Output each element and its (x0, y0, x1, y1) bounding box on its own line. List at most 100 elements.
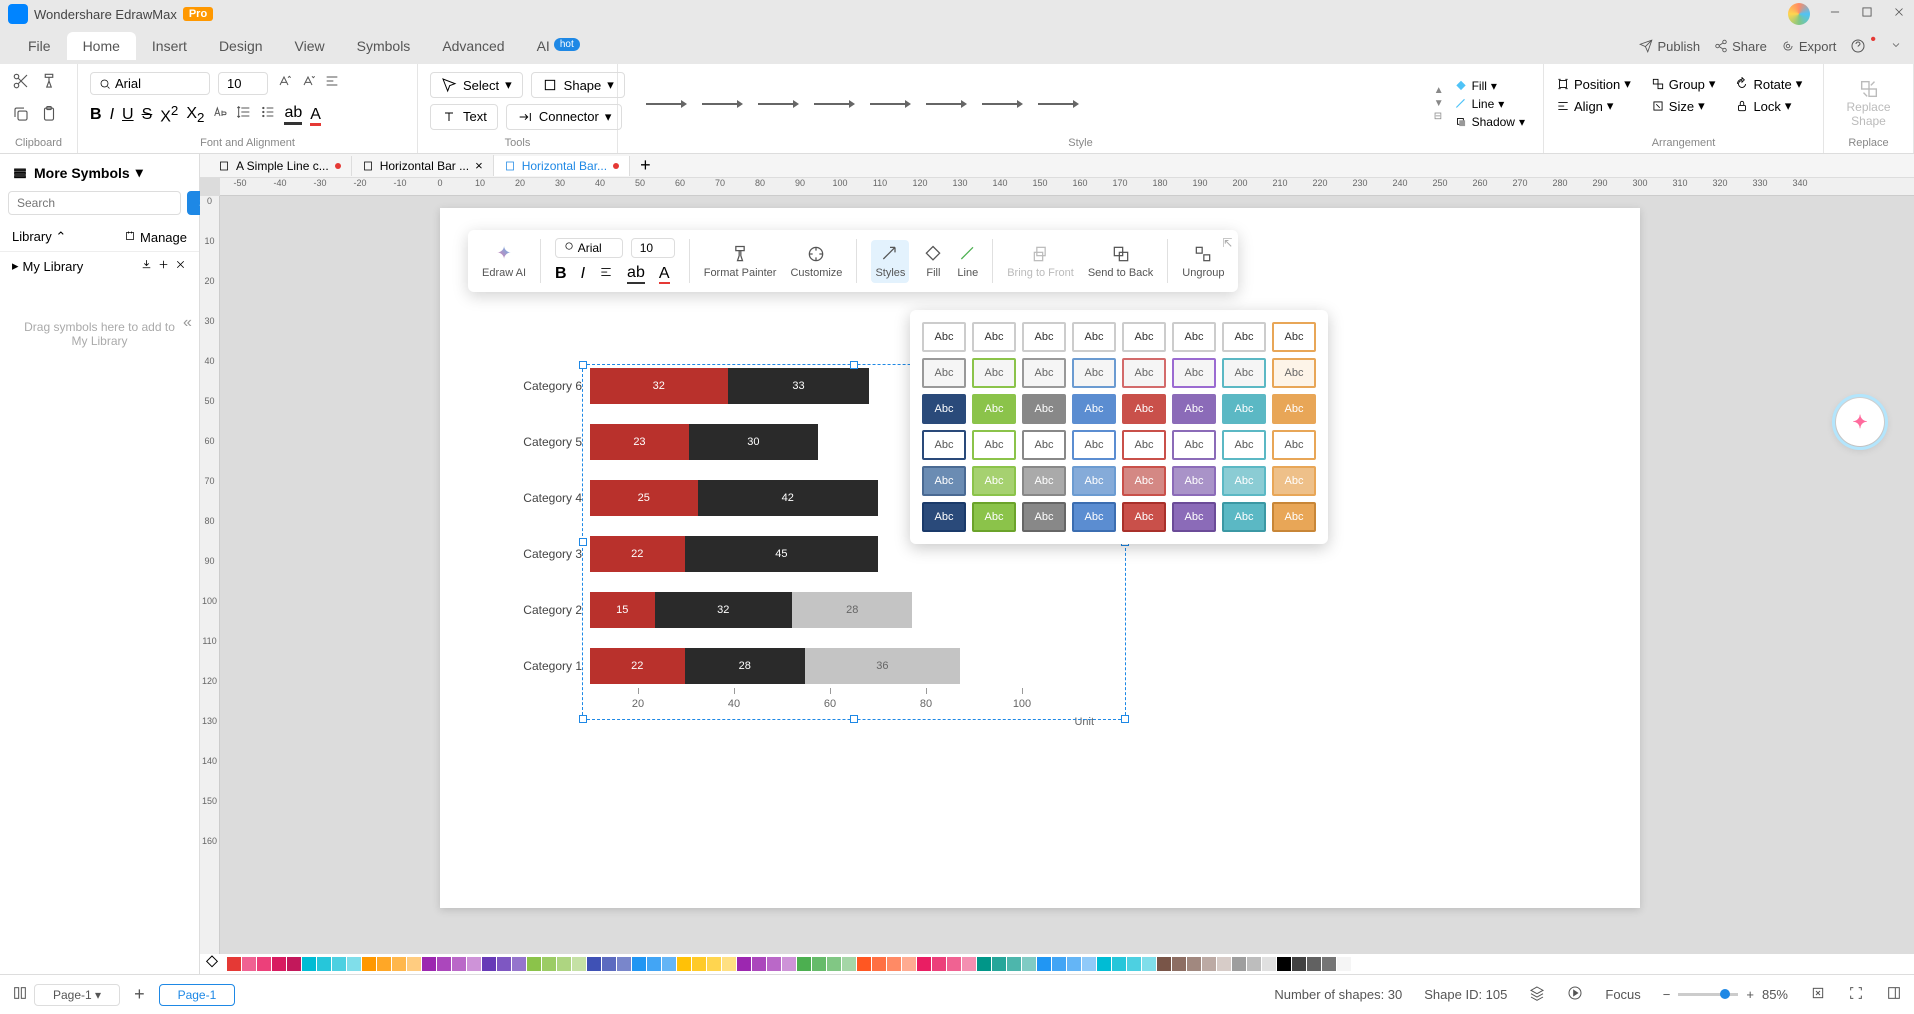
bring-to-front-button[interactable]: Bring to Front (1007, 244, 1074, 279)
add-page-icon[interactable]: + (134, 984, 145, 1005)
style-swatch[interactable]: Abc (1022, 394, 1066, 424)
color-swatch[interactable] (392, 957, 406, 971)
export-button[interactable]: Export (1781, 39, 1837, 54)
style-swatch[interactable]: Abc (1172, 322, 1216, 352)
color-swatch[interactable] (827, 957, 841, 971)
color-swatch[interactable] (227, 957, 241, 971)
color-swatch[interactable] (1142, 957, 1156, 971)
color-swatch[interactable] (377, 957, 391, 971)
style-swatch[interactable]: Abc (972, 322, 1016, 352)
float-line-button[interactable]: Line (957, 244, 978, 279)
color-swatch[interactable] (977, 957, 991, 971)
zoom-slider[interactable] (1678, 993, 1738, 996)
float-fontcolor-icon[interactable]: A (659, 265, 670, 283)
case-icon[interactable] (212, 104, 228, 125)
color-swatch[interactable] (707, 957, 721, 971)
zoom-out-icon[interactable]: − (1663, 987, 1671, 1002)
color-swatch[interactable] (1037, 957, 1051, 971)
style-swatch[interactable]: Abc (972, 430, 1016, 460)
style-swatch[interactable]: Abc (1172, 358, 1216, 388)
paste-icon[interactable] (40, 105, 58, 128)
bar-segment[interactable]: 33 (728, 368, 870, 404)
arrow-style-gallery[interactable] (630, 103, 1430, 105)
float-size-select[interactable]: 10 (631, 238, 675, 258)
color-swatch[interactable] (332, 957, 346, 971)
italic-icon[interactable]: I (110, 106, 114, 124)
chevron-down-icon[interactable] (1890, 39, 1902, 54)
symbols-search-input[interactable] (8, 191, 181, 215)
style-swatch[interactable]: Abc (1122, 322, 1166, 352)
menu-symbols[interactable]: Symbols (341, 32, 427, 60)
color-swatch[interactable] (557, 957, 571, 971)
color-swatch[interactable] (257, 957, 271, 971)
bar-segment[interactable]: 42 (698, 480, 879, 516)
line-dropdown[interactable]: Line ▾ (1448, 96, 1531, 112)
color-swatch[interactable] (887, 957, 901, 971)
style-swatch[interactable]: Abc (1022, 322, 1066, 352)
fill-tool-icon[interactable] (204, 954, 220, 975)
color-swatch[interactable] (587, 957, 601, 971)
bold-icon[interactable]: B (90, 106, 102, 124)
color-swatch[interactable] (992, 957, 1006, 971)
bar-segment[interactable]: 28 (792, 592, 912, 628)
float-italic-icon[interactable]: I (581, 265, 585, 283)
color-swatch[interactable] (437, 957, 451, 971)
color-swatch[interactable] (1217, 957, 1231, 971)
color-swatch[interactable] (1097, 957, 1111, 971)
subscript-icon[interactable]: X2 (186, 105, 204, 125)
font-color-icon[interactable]: A (310, 106, 321, 124)
style-swatch[interactable]: Abc (1072, 430, 1116, 460)
superscript-icon[interactable]: X2 (160, 103, 178, 126)
color-swatch[interactable] (1067, 957, 1081, 971)
text-button[interactable]: Text (430, 104, 498, 130)
menu-advanced[interactable]: Advanced (426, 32, 520, 60)
color-swatch[interactable] (1022, 957, 1036, 971)
doc-tab-0[interactable]: A Simple Line c... (208, 156, 352, 176)
color-swatch[interactable] (677, 957, 691, 971)
style-swatch[interactable]: Abc (1172, 430, 1216, 460)
style-swatch[interactable]: Abc (1122, 466, 1166, 496)
color-swatch[interactable] (1262, 957, 1276, 971)
format-painter-button[interactable]: Format Painter (704, 244, 777, 279)
color-swatch[interactable] (797, 957, 811, 971)
style-swatch[interactable]: Abc (1272, 430, 1316, 460)
align-dropdown[interactable]: Align ▾ (1556, 98, 1631, 114)
ungroup-button[interactable]: Ungroup (1182, 244, 1224, 279)
fullscreen-icon[interactable] (1848, 985, 1864, 1004)
style-swatch[interactable]: Abc (1222, 394, 1266, 424)
layers-icon[interactable] (1529, 985, 1545, 1004)
color-swatch[interactable] (422, 957, 436, 971)
color-swatch[interactable] (1172, 957, 1186, 971)
color-swatch[interactable] (962, 957, 976, 971)
size-dropdown[interactable]: Size ▾ (1651, 98, 1716, 114)
style-swatch[interactable]: Abc (1072, 466, 1116, 496)
style-swatch[interactable]: Abc (922, 502, 966, 532)
color-swatch[interactable] (602, 957, 616, 971)
style-swatch[interactable]: Abc (1122, 394, 1166, 424)
style-swatch[interactable]: Abc (1072, 322, 1116, 352)
bar-segment[interactable]: 22 (590, 536, 685, 572)
color-swatch[interactable] (1307, 957, 1321, 971)
close-lib-icon[interactable] (174, 258, 187, 274)
bar-segment[interactable]: 30 (689, 424, 818, 460)
style-swatch[interactable]: Abc (1072, 358, 1116, 388)
color-swatch[interactable] (272, 957, 286, 971)
color-swatch[interactable] (857, 957, 871, 971)
color-swatch[interactable] (737, 957, 751, 971)
style-swatch[interactable]: Abc (1172, 502, 1216, 532)
import-lib-icon[interactable] (140, 258, 153, 274)
color-swatch[interactable] (317, 957, 331, 971)
style-swatch[interactable]: Abc (972, 466, 1016, 496)
color-swatch[interactable] (617, 957, 631, 971)
minimize-icon[interactable] (1828, 5, 1842, 24)
bar-segment[interactable]: 23 (590, 424, 689, 460)
bar-segment[interactable]: 32 (590, 368, 728, 404)
focus-button[interactable]: Focus (1605, 987, 1640, 1002)
color-swatch[interactable] (872, 957, 886, 971)
color-swatch[interactable] (287, 957, 301, 971)
style-swatch[interactable]: Abc (1272, 394, 1316, 424)
color-swatch[interactable] (497, 957, 511, 971)
color-swatch[interactable] (1007, 957, 1021, 971)
color-swatch[interactable] (542, 957, 556, 971)
help-icon[interactable]: • (1850, 37, 1876, 55)
